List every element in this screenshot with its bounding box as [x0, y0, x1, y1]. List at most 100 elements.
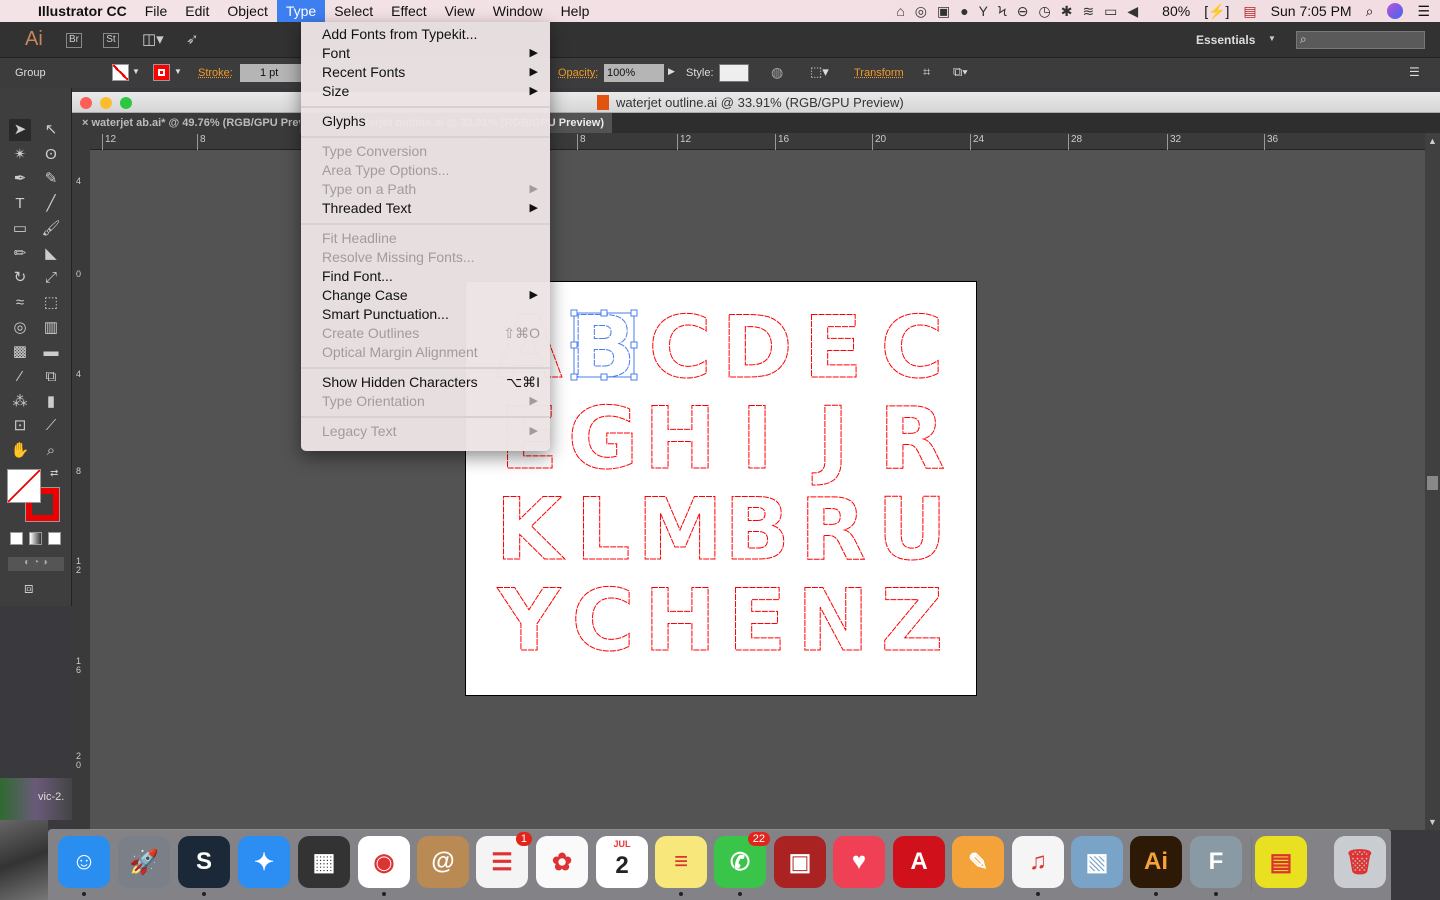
symbol-sprayer-tool-icon[interactable]: ⁂: [9, 391, 31, 413]
menu-item-find-font[interactable]: Find Font...: [301, 267, 550, 286]
window-title-bar[interactable]: waterjet outline.ai @ 33.91% (RGB/GPU Pr…: [72, 92, 1440, 113]
dock-document[interactable]: ▤: [1255, 836, 1307, 888]
apple-icon[interactable]: [0, 0, 29, 22]
scale-tool-icon[interactable]: ⤢: [40, 267, 62, 289]
swap-colors-icon[interactable]: ⇄: [50, 468, 58, 479]
opacity-label[interactable]: Opacity:: [558, 67, 598, 79]
menu-edit[interactable]: Edit: [176, 0, 218, 22]
dock-preview[interactable]: ▧: [1071, 836, 1123, 888]
dock-trash[interactable]: 🗑: [1334, 836, 1386, 888]
dock-app[interactable]: ▦: [298, 836, 350, 888]
bridge-button[interactable]: Br: [66, 33, 82, 48]
dock-photos[interactable]: ✿: [536, 836, 588, 888]
paintbrush-tool-icon[interactable]: 🖌: [40, 218, 62, 240]
menu-item-threaded-text[interactable]: Threaded Text ▶: [301, 199, 550, 218]
notification-center-icon[interactable]: ☰: [1417, 3, 1430, 20]
pencil-tool-icon[interactable]: ✏: [9, 243, 31, 265]
eyedropper-tool-icon[interactable]: ⁄: [9, 366, 31, 388]
gradient-mode-button[interactable]: [29, 532, 42, 545]
slice-tool-icon[interactable]: ⟋: [40, 415, 62, 437]
stroke-weight-input[interactable]: 1 pt: [240, 64, 302, 82]
curvature-tool-icon[interactable]: ✎: [40, 168, 62, 190]
clock[interactable]: Sun 7:05 PM: [1271, 3, 1352, 19]
letter-outline[interactable]: C: [648, 298, 712, 399]
free-transform-tool-icon[interactable]: ⬚: [40, 292, 62, 314]
dock-launchpad[interactable]: 🚀: [118, 836, 170, 888]
selection-handle[interactable]: [570, 309, 578, 317]
letter-outline[interactable]: Y: [496, 571, 562, 672]
stroke-swatch[interactable]: [153, 64, 170, 81]
menu-item-smart-punctuation[interactable]: Smart Punctuation...: [301, 305, 550, 324]
line-tool-icon[interactable]: ╱: [40, 193, 62, 215]
fill-swatch[interactable]: [112, 64, 129, 81]
menu-item-font[interactable]: Font ▶: [301, 44, 550, 63]
dock-autocad[interactable]: A: [893, 836, 945, 888]
selection-handle[interactable]: [630, 373, 638, 381]
stroke-label[interactable]: Stroke:: [198, 67, 233, 79]
selection-handle[interactable]: [600, 373, 608, 381]
letter-outline[interactable]: N: [797, 571, 870, 672]
close-button[interactable]: [80, 97, 92, 109]
menu-help[interactable]: Help: [552, 0, 599, 22]
warp-tool-icon[interactable]: ≈: [9, 292, 31, 314]
mesh-tool-icon[interactable]: ▩: [9, 341, 31, 363]
hand-tool-icon[interactable]: ✋: [9, 440, 31, 462]
pen-tool-icon[interactable]: ✒: [9, 168, 31, 190]
recolor-icon[interactable]: ◍: [771, 64, 783, 81]
minimize-button[interactable]: [100, 97, 112, 109]
menu-item-show-hidden-characters[interactable]: Show Hidden Characters ⌥⌘I: [301, 373, 550, 392]
menu-item-add-fonts-from-typekit[interactable]: Add Fonts from Typekit...: [301, 25, 550, 44]
dock-fontforge[interactable]: F: [1190, 836, 1242, 896]
status-icons[interactable]: ⌂◎▣●ΥϞ⊖◷✱≋▭◀: [896, 3, 1148, 20]
letter-outline[interactable]: H: [644, 389, 717, 490]
dock-notes[interactable]: ≡: [655, 836, 707, 896]
menu-file[interactable]: File: [136, 0, 177, 22]
zoom-tool-icon[interactable]: ⌕: [40, 440, 62, 462]
selection-handle[interactable]: [630, 341, 638, 349]
blend-tool-icon[interactable]: ⧉: [40, 366, 62, 388]
gpu-performance-icon[interactable]: ➶: [186, 30, 199, 48]
dock-pages[interactable]: ✎: [952, 836, 1004, 888]
selection-handle[interactable]: [570, 373, 578, 381]
letter-outline[interactable]: U: [877, 480, 948, 581]
letter-outline[interactable]: C: [880, 298, 944, 399]
menu-app-name[interactable]: Illustrator CC: [29, 0, 136, 22]
selection-tool-icon[interactable]: ➤: [9, 119, 31, 141]
menu-item-glyphs[interactable]: Glyphs: [301, 112, 550, 131]
align-icon[interactable]: ⬚▾: [810, 64, 829, 80]
letter-outline[interactable]: M: [637, 480, 724, 581]
color-mode-button[interactable]: [10, 532, 23, 545]
graph-tool-icon[interactable]: ▮: [40, 391, 62, 413]
spotlight-icon[interactable]: ⌕: [1366, 3, 1374, 20]
eraser-tool-icon[interactable]: ◣: [40, 243, 62, 265]
menu-item-change-case[interactable]: Change Case ▶: [301, 286, 550, 305]
letter-outline[interactable]: H: [644, 571, 717, 672]
direct-selection-tool-icon[interactable]: ↖: [40, 119, 62, 141]
letter-outline[interactable]: K: [495, 480, 566, 581]
type-tool-icon[interactable]: T: [9, 193, 31, 215]
letter-outline[interactable]: R: [799, 480, 866, 581]
zoom-button[interactable]: [120, 97, 132, 109]
panel-menu-icon[interactable]: ☰: [1409, 65, 1420, 79]
letter-outline[interactable]: R: [878, 389, 945, 490]
style-swatch[interactable]: [719, 64, 749, 82]
vertical-ruler[interactable]: 4 0 4 8 12 16 20: [72, 133, 90, 830]
dock-itunes[interactable]: ♫: [1012, 836, 1064, 896]
letter-outline[interactable]: E: [803, 298, 863, 399]
dock-contacts[interactable]: @: [417, 836, 469, 888]
vertical-scrollbar[interactable]: ▲ ▼: [1425, 133, 1440, 830]
letter-outline[interactable]: E: [727, 571, 787, 672]
help-search-input[interactable]: ⌕: [1296, 31, 1425, 49]
letter-outline[interactable]: B: [724, 480, 791, 581]
dock-reminders[interactable]: ☰ 1: [476, 832, 532, 888]
stock-button[interactable]: St: [103, 33, 119, 48]
selection-handle[interactable]: [570, 341, 578, 349]
dock-facetime[interactable]: ✆ 22: [714, 832, 770, 896]
dock-photo-booth[interactable]: ▣: [774, 836, 826, 888]
menu-item-recent-fonts[interactable]: Recent Fonts ▶: [301, 63, 550, 82]
none-mode-button[interactable]: [48, 532, 61, 545]
drawing-modes-icon[interactable]: ◐ ◔ ◑: [8, 557, 64, 571]
shape-builder-tool-icon[interactable]: ◎: [9, 317, 31, 339]
opacity-arrow-icon[interactable]: ▶: [668, 66, 675, 77]
letter-outline[interactable]: C: [571, 571, 635, 672]
